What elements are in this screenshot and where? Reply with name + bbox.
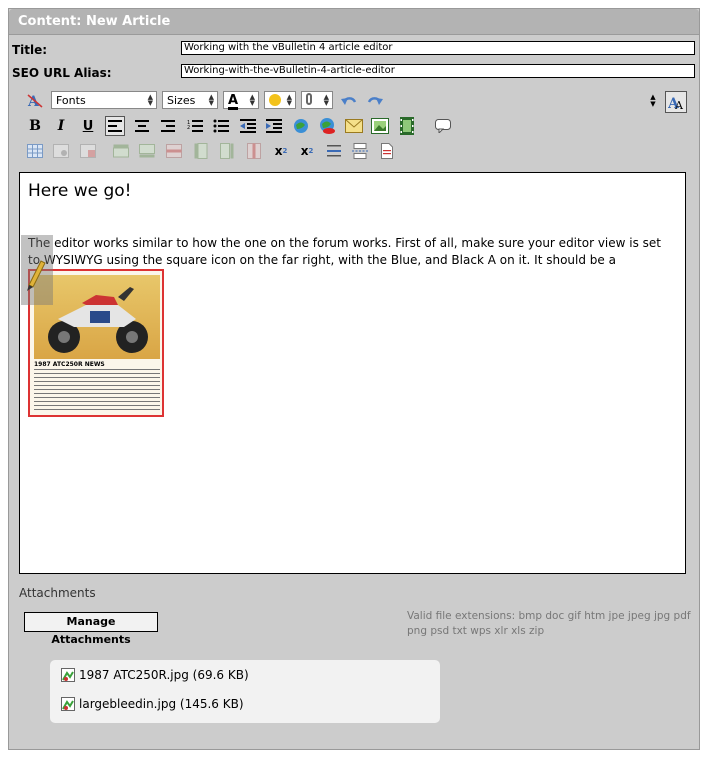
attachment-list: 1987 ATC250R.jpg (69.6 KB) largebleedin.… [50, 660, 440, 723]
seo-alias-input[interactable]: Working-with-the-vBulletin-4-article-edi… [181, 64, 695, 78]
paperclip-icon [306, 93, 312, 105]
switch-editor-mode-icon[interactable]: AA [665, 91, 687, 113]
attachments-label: Attachments [19, 586, 96, 600]
email-link-icon[interactable] [344, 116, 364, 136]
redo-icon[interactable] [365, 91, 385, 111]
size-select[interactable]: Sizes ▲ ▼ [162, 91, 218, 109]
italic-button[interactable]: I [51, 116, 71, 136]
title-label: Title: [12, 43, 48, 57]
editor-content-area[interactable]: Here we go! The editor works similar to … [19, 172, 686, 574]
toolbar-row-1: A Fonts ▲ ▼ Sizes ▲ ▼ A ▲ ▼ ▲ ▼ ▲ ▼ ▲ ▼ AA [23, 91, 687, 113]
horizontal-rule-icon[interactable] [324, 141, 344, 161]
superscript-button[interactable]: x2 [297, 141, 317, 161]
svg-text:A: A [674, 99, 684, 110]
page-break-icon[interactable] [350, 141, 370, 161]
svg-text:2: 2 [187, 125, 190, 131]
insert-quote-icon[interactable] [433, 116, 453, 136]
indent-icon[interactable] [264, 116, 284, 136]
smilies-select[interactable]: ▲ ▼ [264, 91, 296, 109]
preview-page-icon[interactable] [377, 141, 397, 161]
title-input[interactable]: Working with the vBulletin 4 article edi… [181, 41, 695, 55]
image-body-text [34, 369, 160, 411]
insert-row-before-icon[interactable] [111, 141, 131, 161]
delete-column-icon[interactable] [244, 141, 264, 161]
panel-title: Content: New Article [9, 9, 699, 35]
delete-table-icon[interactable] [78, 141, 98, 161]
unordered-list-icon[interactable] [211, 116, 231, 136]
insert-row-after-icon[interactable] [137, 141, 157, 161]
remove-format-icon[interactable]: A [25, 91, 45, 111]
underline-button[interactable]: U [78, 116, 98, 136]
insert-column-before-icon[interactable] [191, 141, 211, 161]
article-heading: Here we go! [28, 181, 132, 201]
table-properties-icon[interactable] [51, 141, 71, 161]
insert-link-icon[interactable] [291, 116, 311, 136]
resize-editor-icon[interactable]: ▲ ▼ [647, 91, 659, 111]
delete-row-icon[interactable] [164, 141, 184, 161]
remove-link-icon[interactable] [317, 116, 337, 136]
undo-icon[interactable] [339, 91, 359, 111]
title-row: Title: Working with the vBulletin 4 arti… [12, 41, 696, 63]
article-paragraph: The editor works similar to how the one … [28, 236, 661, 267]
align-left-icon[interactable] [105, 116, 125, 136]
seo-row: SEO URL Alias: Working-with-the-vBulleti… [12, 64, 696, 86]
text-color-select[interactable]: A ▲ ▼ [223, 91, 259, 110]
attachment-filename[interactable]: 1987 ATC250R.jpg (69.6 KB) [79, 666, 249, 684]
image-file-icon [61, 668, 75, 682]
bold-button[interactable]: B [25, 116, 45, 136]
text-color-icon: A [228, 93, 239, 110]
manage-attachments-button[interactable]: Manage Attachments [24, 612, 158, 646]
align-center-icon[interactable] [132, 116, 152, 136]
font-select[interactable]: Fonts ▲ ▼ [51, 91, 157, 109]
insert-image-icon[interactable] [370, 116, 390, 136]
attachment-select[interactable]: ▲ ▼ [301, 91, 333, 109]
insert-video-icon[interactable] [397, 116, 417, 136]
smiley-icon [269, 94, 281, 106]
align-right-icon[interactable] [158, 116, 178, 136]
image-file-icon [61, 697, 75, 711]
valid-file-extensions: Valid file extensions: bmp doc gif htm j… [407, 610, 691, 637]
new-article-panel: Content: New Article Title: Working with… [8, 8, 700, 750]
attachment-filename[interactable]: largebleedin.jpg (145.6 KB) [79, 695, 244, 713]
ordered-list-icon[interactable]: 12 [185, 116, 205, 136]
subscript-button[interactable]: x2 [271, 141, 291, 161]
seo-alias-label: SEO URL Alias: [12, 66, 112, 80]
insert-table-icon[interactable] [25, 141, 45, 161]
image-edit-handle[interactable] [21, 235, 53, 305]
insert-column-after-icon[interactable] [217, 141, 237, 161]
outdent-icon[interactable] [238, 116, 258, 136]
toolbar-row-3: x2 x2 [23, 141, 403, 163]
toolbar-row-2: B I U 12 [23, 116, 463, 138]
image-caption: 1987 ATC250R NEWS [34, 361, 105, 368]
